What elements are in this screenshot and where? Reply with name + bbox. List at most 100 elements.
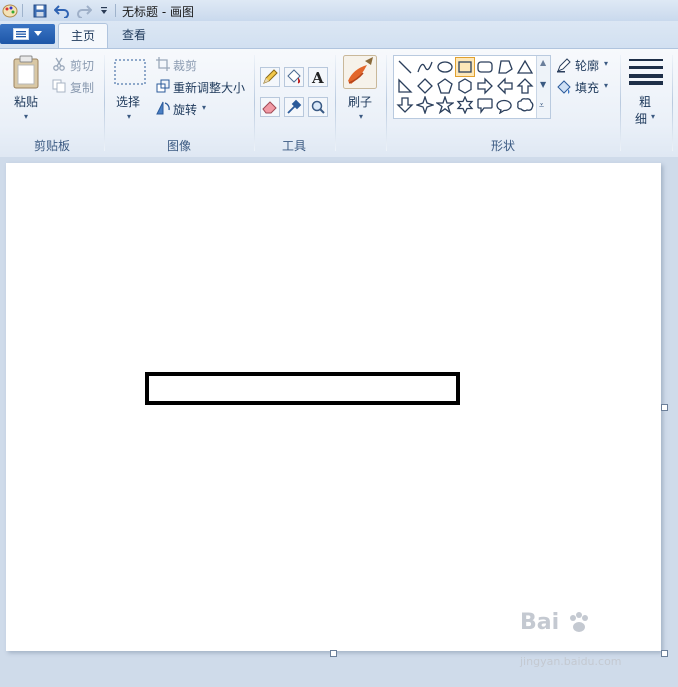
crop-button[interactable]: 裁剪 (173, 57, 197, 74)
left-arrow-shape-icon[interactable] (496, 77, 514, 95)
chevron-down-icon[interactable]: ▾ (651, 112, 655, 121)
customize-toolbar-icon[interactable] (96, 3, 112, 18)
oval-callout-shape-icon[interactable] (496, 96, 514, 114)
triangle-shape-icon[interactable] (516, 58, 534, 76)
chevron-down-icon[interactable]: ▾ (359, 112, 363, 121)
scroll-down-icon[interactable]: ▼ (540, 80, 546, 89)
chevron-down-icon[interactable]: ▾ (127, 112, 131, 121)
curve-shape-icon[interactable] (416, 58, 434, 76)
rotate-icon[interactable] (156, 101, 170, 118)
rounded-callout-shape-icon[interactable] (476, 96, 494, 114)
watermark-logo: Bai (520, 610, 591, 635)
color-picker-icon[interactable] (284, 97, 304, 120)
chevron-down-icon[interactable]: ▾ (202, 103, 206, 112)
line-shape-icon[interactable] (396, 58, 414, 76)
shapes-scrollbar[interactable]: ▲ ▼ ⩡ (536, 56, 550, 118)
resize-button[interactable]: 重新调整大小 (173, 79, 245, 96)
select-label: 选择 (116, 95, 141, 109)
redo-icon[interactable] (76, 3, 92, 18)
drawing-canvas[interactable] (6, 163, 661, 651)
tab-home[interactable]: 主页 (58, 23, 109, 49)
pentagon-shape-icon[interactable] (436, 77, 454, 95)
fill-bucket-icon[interactable] (284, 67, 304, 90)
separator (22, 4, 23, 17)
title-bar: 无标题 - 画图 (0, 0, 678, 22)
undo-icon[interactable] (54, 3, 70, 18)
scissors-icon[interactable] (52, 57, 66, 74)
svg-text:A: A (311, 69, 324, 87)
watermark-text: Bai (520, 610, 560, 635)
paw-icon (569, 612, 588, 632)
text-tool-icon[interactable]: A (308, 67, 328, 90)
select-button[interactable] (114, 59, 146, 88)
watermark-url: jingyan.baidu.com (520, 655, 622, 668)
resize-icon[interactable] (156, 79, 170, 96)
separator (115, 4, 116, 17)
oval-shape-icon[interactable] (436, 58, 454, 76)
paint-menu-button[interactable] (0, 24, 55, 44)
group-separator (620, 55, 621, 151)
group-separator (254, 55, 255, 151)
outline-button[interactable]: 轮廓 (575, 57, 599, 74)
tab-view[interactable]: 查看 (110, 23, 158, 48)
six-point-star-shape-icon[interactable] (456, 96, 474, 114)
rounded-rectangle-shape-icon[interactable] (476, 58, 494, 76)
line-width-icon (629, 59, 663, 85)
canvas-resize-handle-corner[interactable] (661, 650, 668, 657)
paste-button[interactable] (12, 55, 40, 92)
cloud-callout-shape-icon[interactable] (516, 96, 534, 114)
eraser-icon[interactable] (260, 97, 280, 120)
up-arrow-shape-icon[interactable] (516, 77, 534, 95)
paste-label: 粘贴 (14, 95, 39, 109)
drawn-rectangle[interactable] (145, 372, 460, 405)
group-separator (335, 55, 336, 151)
select-rectangle-icon (114, 59, 146, 85)
chevron-down-icon[interactable]: ▾ (604, 59, 608, 68)
clipboard-group-label: 剪贴板 (34, 139, 71, 153)
brushes-button[interactable] (343, 55, 377, 92)
five-point-star-shape-icon[interactable] (436, 96, 454, 114)
save-icon[interactable] (32, 3, 48, 18)
copy-icon[interactable] (52, 79, 66, 96)
image-group-label: 图像 (167, 139, 192, 153)
cut-button[interactable]: 剪切 (70, 57, 94, 74)
scroll-up-icon[interactable]: ▲ (540, 58, 546, 67)
canvas-resize-handle-bottom[interactable] (330, 650, 337, 657)
fill-icon[interactable] (556, 79, 572, 98)
rotate-button[interactable]: 旋转 (173, 101, 197, 118)
pencil-icon[interactable] (260, 67, 280, 90)
magnifier-icon[interactable] (308, 97, 328, 120)
brushes-label: 刷子 (348, 95, 373, 109)
size-label-line1: 粗 (639, 95, 652, 109)
four-point-star-shape-icon[interactable] (416, 96, 434, 114)
chevron-down-icon[interactable]: ▾ (604, 81, 608, 90)
group-separator (386, 55, 387, 151)
tools-group-label: 工具 (282, 139, 307, 153)
fill-button[interactable]: 填充 (575, 79, 599, 96)
ribbon: 粘贴 ▾ 剪切 复制 剪贴板 选择 ▾ 裁剪 重新调整大小 旋转 ▾ 图像 A … (0, 48, 678, 158)
shapes-gallery: ▲ ▼ ⩡ (393, 55, 551, 119)
clipboard-icon (13, 55, 39, 89)
shapes-group-label: 形状 (491, 139, 516, 153)
tab-strip: 主页 查看 (0, 21, 678, 49)
right-triangle-shape-icon[interactable] (396, 77, 414, 95)
paint-app-icon[interactable] (2, 3, 18, 18)
chevron-down-icon[interactable]: ▾ (24, 112, 28, 121)
group-separator (672, 55, 673, 151)
polygon-shape-icon[interactable] (496, 58, 514, 76)
right-arrow-shape-icon[interactable] (476, 77, 494, 95)
hexagon-shape-icon[interactable] (456, 77, 474, 95)
group-separator (104, 55, 105, 151)
size-button[interactable] (629, 57, 663, 88)
canvas-resize-handle-right[interactable] (661, 404, 668, 411)
rectangle-shape-icon[interactable] (455, 57, 475, 77)
crop-icon[interactable] (156, 57, 170, 74)
outline-icon[interactable] (556, 57, 572, 76)
down-arrow-shape-icon[interactable] (396, 96, 414, 114)
window-title: 无标题 - 画图 (122, 5, 194, 19)
expand-gallery-icon[interactable]: ⩡ (539, 101, 544, 111)
diamond-shape-icon[interactable] (416, 77, 434, 95)
menu-icon (13, 28, 29, 40)
copy-button[interactable]: 复制 (70, 79, 94, 96)
brush-icon (343, 55, 377, 89)
